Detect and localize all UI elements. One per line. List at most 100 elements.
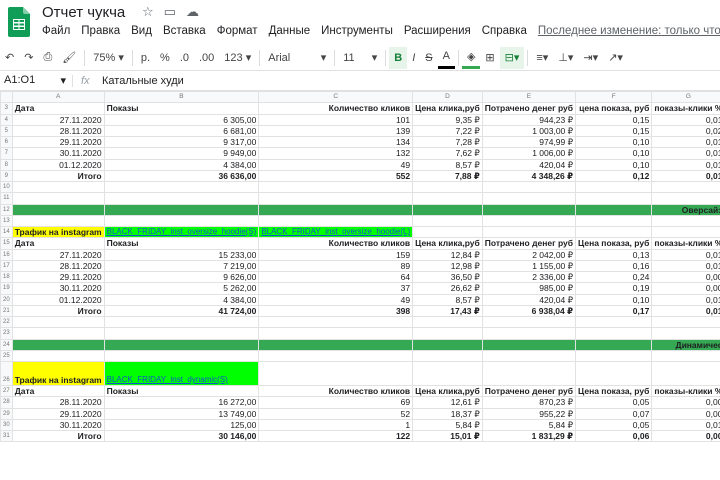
table-cell[interactable]: 29.11.2020 bbox=[11, 135, 105, 149]
borders-icon[interactable]: ⊞ bbox=[480, 47, 499, 69]
table-cell[interactable]: 101 bbox=[258, 113, 414, 126]
table-cell[interactable] bbox=[412, 338, 483, 351]
text-rotation-icon[interactable]: ↗▾ bbox=[603, 47, 628, 69]
table-cell[interactable] bbox=[412, 315, 483, 329]
table-cell[interactable]: 7,28 ₽ bbox=[412, 135, 483, 149]
row-header[interactable]: 15 bbox=[0, 237, 13, 250]
table-cell[interactable]: 5 262,00 bbox=[103, 282, 260, 295]
table-cell[interactable]: 955,22 ₽ bbox=[481, 407, 577, 420]
table-cell[interactable]: 8,57 ₽ bbox=[412, 158, 483, 171]
table-cell[interactable]: Цена показа, руб bbox=[575, 384, 653, 398]
table-cell[interactable]: 64 bbox=[258, 270, 414, 284]
section-title[interactable]: Оверсайз bbox=[651, 203, 720, 216]
table-cell[interactable]: 6 305,00 bbox=[103, 113, 260, 126]
campaign-link[interactable]: BLACK_FRIDAY_inst_oversize_hoodie(S) bbox=[103, 225, 260, 239]
table-cell[interactable]: 159 bbox=[258, 248, 414, 261]
table-cell[interactable]: Потрачено денег руб bbox=[481, 384, 577, 398]
sheets-logo-icon[interactable] bbox=[8, 7, 30, 37]
table-cell[interactable] bbox=[258, 361, 414, 386]
table-cell[interactable]: 0,00 bbox=[651, 270, 720, 284]
table-cell[interactable] bbox=[575, 225, 653, 239]
table-cell[interactable]: Потрачено денег руб bbox=[481, 102, 577, 115]
row-header[interactable]: 16 bbox=[0, 248, 13, 261]
table-cell[interactable] bbox=[103, 338, 260, 351]
column-header[interactable]: B bbox=[103, 91, 260, 104]
table-cell[interactable]: 1 003,00 ₽ bbox=[481, 124, 577, 138]
row-header[interactable]: 8 bbox=[0, 158, 13, 171]
table-cell[interactable]: Количество кликов bbox=[258, 102, 414, 115]
row-header[interactable]: 6 bbox=[0, 135, 13, 149]
spreadsheet-grid[interactable]: ABCDEFG 3 Дата Показы Количество кликов Цена… bbox=[0, 91, 720, 480]
row-header[interactable]: 24 bbox=[0, 338, 13, 351]
row-header[interactable]: 5 bbox=[0, 124, 13, 138]
table-cell[interactable] bbox=[575, 327, 653, 340]
table-cell[interactable] bbox=[575, 203, 653, 216]
number-format-select[interactable]: 123 ▾ bbox=[219, 47, 256, 69]
fill-color-icon[interactable]: ◈ bbox=[461, 47, 481, 69]
paint-format-icon[interactable]: 🖌 bbox=[57, 47, 81, 69]
table-cell[interactable]: 0,02 bbox=[651, 124, 720, 138]
table-cell[interactable]: 7,62 ₽ bbox=[412, 147, 483, 160]
table-cell[interactable]: 0,01 bbox=[651, 169, 720, 183]
table-cell[interactable]: показы-клики % bbox=[651, 102, 720, 115]
table-cell[interactable]: 12,98 ₽ bbox=[412, 259, 483, 273]
increase-decimals-button[interactable]: .00 bbox=[194, 47, 219, 69]
table-cell[interactable]: 12,61 ₽ bbox=[412, 396, 483, 409]
table-cell[interactable]: Показы bbox=[103, 384, 260, 398]
table-cell[interactable]: Количество кликов bbox=[258, 384, 414, 398]
select-all-corner[interactable] bbox=[0, 91, 13, 104]
table-cell[interactable] bbox=[103, 214, 260, 228]
table-cell[interactable] bbox=[575, 338, 653, 351]
table-cell[interactable]: Дата bbox=[11, 384, 105, 398]
table-cell[interactable] bbox=[412, 180, 483, 194]
traffic-label[interactable]: Трафик на instagram bbox=[11, 225, 105, 239]
table-cell[interactable]: Цена клика,руб bbox=[412, 237, 483, 250]
table-cell[interactable] bbox=[103, 349, 260, 363]
menu-item[interactable]: Файл bbox=[42, 25, 70, 37]
row-header[interactable]: 21 bbox=[0, 304, 13, 318]
table-cell[interactable]: 12,84 ₽ bbox=[412, 248, 483, 261]
table-cell[interactable]: 15,01 ₽ bbox=[412, 429, 483, 443]
table-cell[interactable] bbox=[258, 203, 414, 216]
star-icon[interactable]: ☆ bbox=[142, 4, 154, 20]
horizontal-align-icon[interactable]: ≡▾ bbox=[531, 47, 553, 69]
row-header[interactable]: 28 bbox=[0, 396, 13, 409]
table-cell[interactable]: 1 155,00 ₽ bbox=[481, 259, 577, 273]
table-cell[interactable]: показы-клики % bbox=[651, 237, 720, 250]
table-cell[interactable]: 0,12 bbox=[575, 169, 653, 183]
table-cell[interactable]: 0,06 bbox=[575, 429, 653, 443]
table-cell[interactable]: 36 636,00 bbox=[103, 169, 260, 183]
currency-format-button[interactable]: р. bbox=[136, 47, 155, 69]
table-cell[interactable]: Показы bbox=[103, 102, 260, 115]
table-cell[interactable]: 139 bbox=[258, 124, 414, 138]
table-cell[interactable]: 01.12.2020 bbox=[11, 293, 105, 306]
table-cell[interactable]: 0,15 bbox=[575, 124, 653, 138]
column-header[interactable]: A bbox=[11, 91, 105, 104]
column-header[interactable]: C bbox=[258, 91, 414, 104]
table-cell[interactable]: 0,24 bbox=[575, 270, 653, 284]
table-cell[interactable] bbox=[258, 192, 414, 205]
table-cell[interactable]: 41 724,00 bbox=[103, 304, 260, 318]
table-cell[interactable] bbox=[575, 315, 653, 329]
table-cell[interactable] bbox=[103, 315, 260, 329]
traffic-label[interactable]: Трафик на instagram bbox=[11, 361, 105, 386]
table-cell[interactable] bbox=[258, 349, 414, 363]
table-cell[interactable]: 0,13 bbox=[575, 248, 653, 261]
table-cell[interactable] bbox=[481, 361, 577, 386]
table-cell[interactable] bbox=[481, 338, 577, 351]
table-cell[interactable]: 0,01 bbox=[651, 147, 720, 160]
section-title[interactable]: Динамичес bbox=[651, 338, 720, 351]
table-cell[interactable]: 870,23 ₽ bbox=[481, 396, 577, 409]
table-cell[interactable]: 9 626,00 bbox=[103, 270, 260, 284]
table-cell[interactable]: 0,01 bbox=[651, 113, 720, 126]
table-cell[interactable] bbox=[651, 315, 720, 329]
table-cell[interactable] bbox=[575, 361, 653, 386]
table-cell[interactable]: 0,07 bbox=[575, 407, 653, 420]
table-cell[interactable]: 0,01 bbox=[651, 248, 720, 261]
table-cell[interactable]: 1 831,29 ₽ bbox=[481, 429, 577, 443]
table-cell[interactable]: 36,50 ₽ bbox=[412, 270, 483, 284]
row-header[interactable]: 22 bbox=[0, 315, 13, 329]
table-cell[interactable] bbox=[651, 192, 720, 205]
cloud-status-icon[interactable]: ☁ bbox=[186, 4, 199, 20]
table-cell[interactable]: 15 233,00 bbox=[103, 248, 260, 261]
